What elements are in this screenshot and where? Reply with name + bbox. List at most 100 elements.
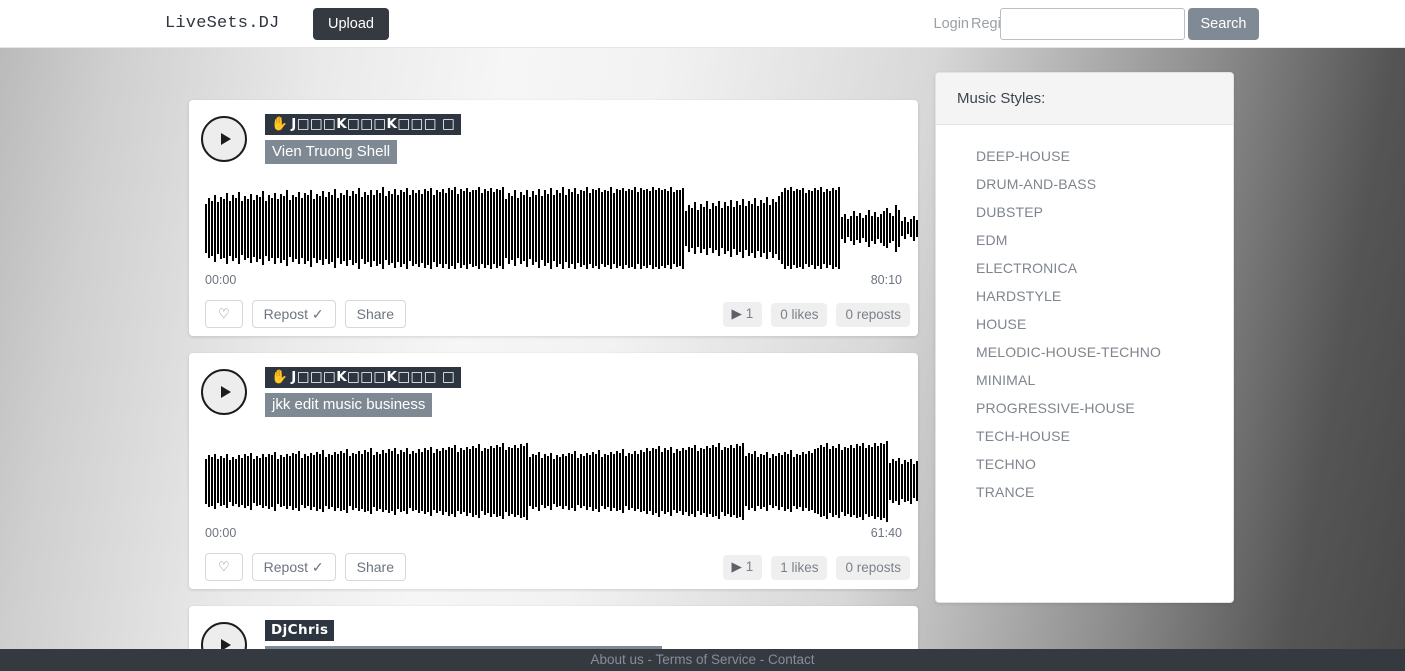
waveform-bar xyxy=(289,456,291,506)
track-uploader[interactable]: ✋ J□□□K□□□K□□□ □ xyxy=(265,367,462,388)
waveform-bar xyxy=(307,195,309,261)
music-style-item[interactable]: HOUSE xyxy=(936,310,1233,338)
track-card: ✋ J□□□K□□□K□□□ □ Vien Truong Shell 00:00… xyxy=(189,100,918,336)
track-uploader[interactable]: DjChris xyxy=(265,620,335,641)
waveform-bar xyxy=(397,194,399,262)
contact-link[interactable]: Contact xyxy=(768,652,815,667)
waveform-bar xyxy=(589,455,591,507)
site-logo[interactable]: LiveSets.DJ xyxy=(165,14,279,33)
waveform-bar xyxy=(883,210,885,246)
waveform-bar xyxy=(382,450,384,512)
waveform-bar xyxy=(379,192,381,264)
music-style-item[interactable]: PROGRESSIVE-HOUSE xyxy=(936,394,1233,422)
search-input[interactable] xyxy=(1000,8,1185,40)
waveform-bar xyxy=(586,452,588,510)
waveform-bar xyxy=(697,209,699,247)
music-style-item[interactable]: EDM xyxy=(936,226,1233,254)
waveform-bar xyxy=(622,449,624,513)
play-count-badge: ▶ 1 xyxy=(722,555,763,580)
play-icon[interactable] xyxy=(201,116,247,162)
share-button[interactable]: Share xyxy=(344,553,406,581)
about-us-link[interactable]: About us xyxy=(590,652,643,667)
upload-button[interactable]: Upload xyxy=(313,8,389,40)
search-button[interactable]: Search xyxy=(1188,8,1259,40)
waveform-bar xyxy=(613,454,615,508)
waveform-bar xyxy=(421,451,423,511)
waveform-bar xyxy=(574,187,576,269)
waveform-bar xyxy=(286,453,288,509)
music-style-item[interactable]: ELECTRONICA xyxy=(936,254,1233,282)
waveform-bar xyxy=(586,187,588,269)
waveform-bar xyxy=(544,454,546,508)
waveform-seek-bar[interactable] xyxy=(205,439,919,523)
waveform-bar xyxy=(331,455,333,507)
waveform-bar xyxy=(751,454,753,508)
waveform-bar xyxy=(235,458,237,504)
waveform-bar xyxy=(694,445,696,517)
waveform-bar xyxy=(481,451,483,511)
track-title[interactable]: jkk edit music business xyxy=(265,393,433,417)
waveform-bar xyxy=(697,451,699,511)
music-style-item[interactable]: TECH-HOUSE xyxy=(936,422,1233,450)
waveform-bar xyxy=(502,187,504,269)
waveform-bar xyxy=(418,189,420,267)
like-button[interactable]: ♡ xyxy=(205,553,243,581)
waveform-bar xyxy=(259,197,261,259)
music-style-item[interactable]: HARDSTYLE xyxy=(936,282,1233,310)
waveform-bar xyxy=(619,452,621,510)
play-icon[interactable] xyxy=(201,369,247,415)
music-style-item[interactable]: DUBSTEP xyxy=(936,198,1233,226)
repost-button[interactable]: Repost ✓ xyxy=(251,553,336,581)
waveform-bar xyxy=(583,191,585,265)
waveform-bar xyxy=(475,447,477,515)
music-style-item[interactable]: DEEP-HOUSE xyxy=(936,142,1233,170)
waveform-bar xyxy=(298,451,300,511)
waveform-bar xyxy=(655,449,657,513)
waveform-bar xyxy=(526,189,528,267)
waveform-bar xyxy=(715,206,717,250)
music-style-item[interactable]: DRUM-AND-BASS xyxy=(936,170,1233,198)
waveform-bar xyxy=(676,449,678,513)
waveform-bar xyxy=(523,445,525,517)
repost-button[interactable]: Repost ✓ xyxy=(251,300,336,328)
like-button[interactable]: ♡ xyxy=(205,300,243,328)
waveform-bar xyxy=(679,190,681,266)
waveform-bar xyxy=(514,445,516,517)
waveform-bar xyxy=(334,188,336,268)
waveform-bar xyxy=(781,455,783,507)
waveform-bar xyxy=(205,203,207,253)
track-title[interactable]: Vien Truong Shell xyxy=(265,140,398,164)
music-style-item[interactable]: TRANCE xyxy=(936,478,1233,506)
waveform-bar xyxy=(340,451,342,511)
play-count-icon: ▶ xyxy=(731,559,742,574)
waveform-bar xyxy=(844,213,846,243)
waveform-bar xyxy=(304,192,306,264)
footer-separator-1: - xyxy=(643,652,656,667)
waveform-bar xyxy=(598,187,600,269)
waveform-bar xyxy=(268,453,270,509)
waveform-bar xyxy=(457,193,459,263)
waveform-bar xyxy=(715,446,717,516)
music-style-item[interactable]: MINIMAL xyxy=(936,366,1233,394)
waveform-bar xyxy=(262,191,264,265)
waveform-bar xyxy=(694,202,696,254)
track-stats: ▶ 1 0 likes 0 reposts xyxy=(714,302,910,327)
share-button[interactable]: Share xyxy=(344,300,406,328)
waveform-seek-bar[interactable] xyxy=(205,186,919,270)
waveform-bar xyxy=(643,190,645,266)
login-link[interactable]: Login xyxy=(934,16,969,32)
waveform-bar xyxy=(652,447,654,515)
waveform-bar xyxy=(898,209,900,247)
track-uploader[interactable]: ✋ J□□□K□□□K□□□ □ xyxy=(265,114,462,135)
waveform-bar xyxy=(295,454,297,508)
waveform-bar xyxy=(337,454,339,508)
music-style-item[interactable]: MELODIC-HOUSE-TECHNO xyxy=(936,338,1233,366)
waveform-bar xyxy=(358,187,360,269)
waveform-bar xyxy=(730,445,732,517)
terms-of-service-link[interactable]: Terms of Service xyxy=(656,652,757,667)
waveform-bar xyxy=(850,445,852,517)
waveform-bar xyxy=(622,187,624,269)
music-style-item[interactable]: TECHNO xyxy=(936,450,1233,478)
waveform-bar xyxy=(595,190,597,266)
waveform-bar xyxy=(250,193,252,263)
